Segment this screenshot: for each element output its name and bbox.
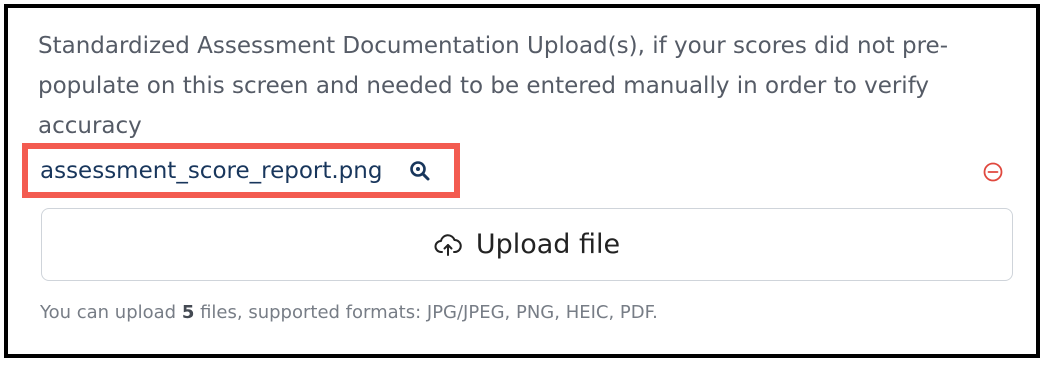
helper-suffix: files, supported formats: JPG/JPEG, PNG,… xyxy=(194,302,658,323)
minus-circle-icon[interactable] xyxy=(983,162,1003,182)
question-label: Standardized Assessment Documentation Up… xyxy=(38,33,948,139)
upload-file-label: Upload file xyxy=(475,229,621,260)
magnifier-icon[interactable] xyxy=(408,159,432,183)
helper-max-files: 5 xyxy=(181,302,195,323)
upload-file-button[interactable]: Upload file xyxy=(41,208,1013,281)
helper-prefix: You can upload xyxy=(40,302,182,323)
uploaded-file-row: assessment_score_report.png xyxy=(22,143,1026,198)
uploaded-file-link[interactable]: assessment_score_report.png xyxy=(40,156,382,186)
upload-helper-text: You can upload 5 files, supported format… xyxy=(40,302,658,323)
cloud-upload-icon xyxy=(434,233,462,256)
